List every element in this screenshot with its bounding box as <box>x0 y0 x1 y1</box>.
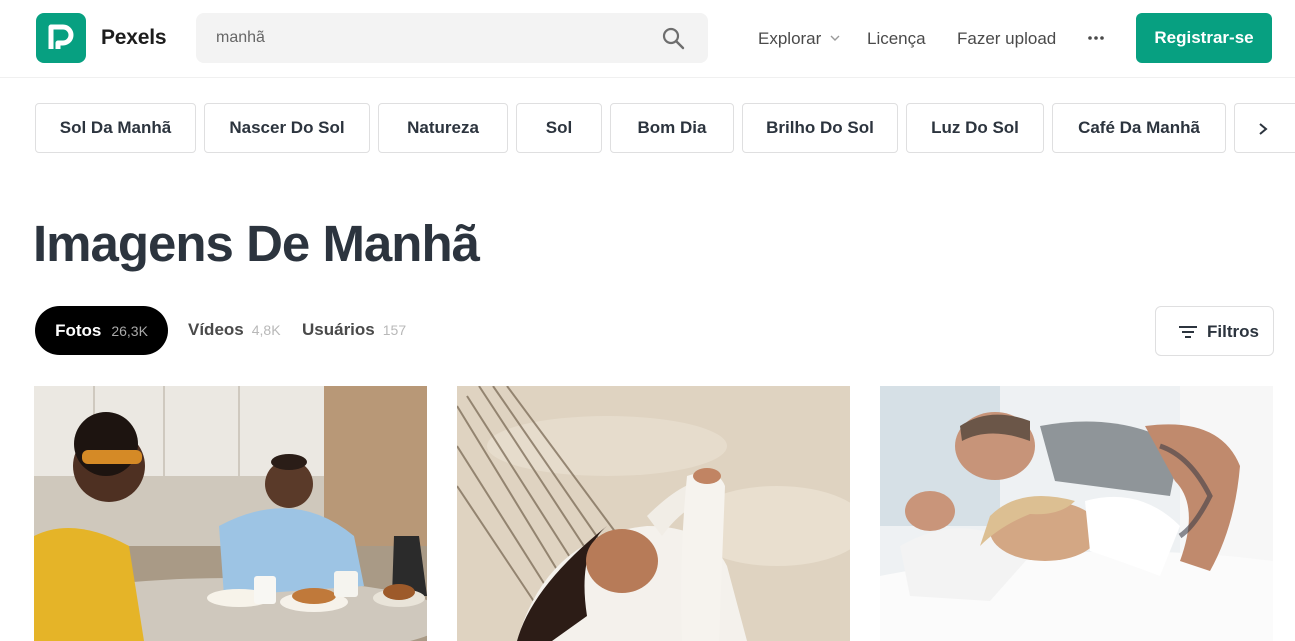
tab-users-label: Usuários <box>302 320 375 339</box>
tab-videos[interactable]: Vídeos 4,8K <box>188 320 281 340</box>
nav-explore[interactable]: Explorar <box>758 29 821 49</box>
nav-license[interactable]: Licença <box>867 29 926 49</box>
register-button[interactable]: Registrar-se <box>1136 13 1272 63</box>
tab-videos-count: 4,8K <box>251 322 281 338</box>
tab-photos-label: Fotos <box>55 320 102 340</box>
filters-button[interactable]: Filtros <box>1155 306 1274 356</box>
chevron-down-icon[interactable] <box>829 32 841 44</box>
tab-users-count: 157 <box>382 322 407 338</box>
tags-next-button[interactable] <box>1234 103 1295 153</box>
tag-sol[interactable]: Sol <box>516 103 602 153</box>
tag-bom-dia[interactable]: Bom Dia <box>610 103 734 153</box>
photo-card-breakfast[interactable] <box>34 386 427 641</box>
top-header: Pexels Explorar Licença Fazer upload Reg… <box>0 0 1295 78</box>
search-icon <box>662 27 685 50</box>
tab-users[interactable]: Usuários 157 <box>302 320 406 340</box>
photo-breakfast-image <box>34 386 427 641</box>
search-bar[interactable] <box>196 13 708 63</box>
photo-hammock-image <box>457 386 850 641</box>
tag-luz-do-sol[interactable]: Luz Do Sol <box>906 103 1044 153</box>
page-title: Imagens De Manhã <box>33 215 480 272</box>
search-input[interactable] <box>196 13 656 63</box>
nav-upload[interactable]: Fazer upload <box>957 29 1056 49</box>
pexels-logo[interactable] <box>36 13 86 63</box>
more-icon[interactable] <box>1084 30 1108 46</box>
tag-sol-da-manha[interactable]: Sol Da Manhã <box>35 103 196 153</box>
tag-natureza[interactable]: Natureza <box>378 103 508 153</box>
tag-nascer-do-sol[interactable]: Nascer Do Sol <box>204 103 370 153</box>
photo-card-bed[interactable] <box>880 386 1273 641</box>
tag-cafe-da-manha[interactable]: Café Da Manhã <box>1052 103 1226 153</box>
photo-card-hammock[interactable] <box>457 386 850 641</box>
logo-text[interactable]: Pexels <box>101 26 167 50</box>
tab-photos[interactable]: Fotos 26,3K <box>35 306 168 355</box>
tab-photos-count: 26,3K <box>111 322 148 339</box>
tag-brilho-do-sol[interactable]: Brilho Do Sol <box>742 103 898 153</box>
chevron-right-icon <box>1259 123 1268 135</box>
filter-icon <box>1179 326 1197 338</box>
search-button[interactable] <box>660 25 688 51</box>
tab-videos-label: Vídeos <box>188 320 244 339</box>
filters-label: Filtros <box>1207 322 1259 341</box>
photo-bed-image <box>880 386 1273 641</box>
